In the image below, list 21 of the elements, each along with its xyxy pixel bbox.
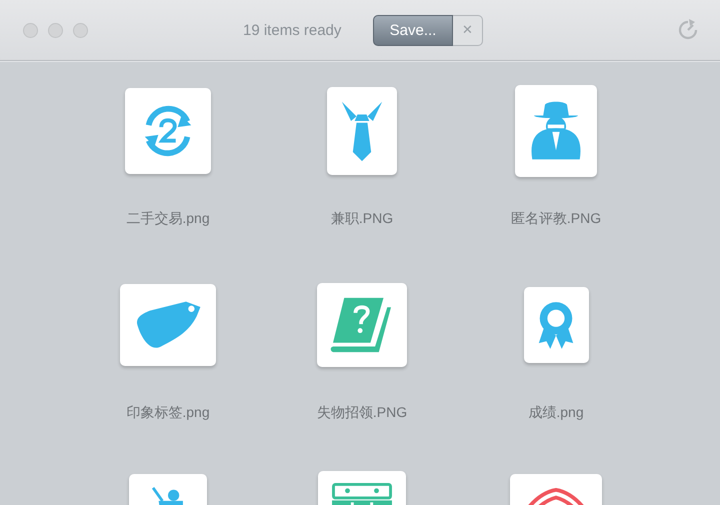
image-thumbnail[interactable] xyxy=(125,88,211,174)
file-name: 匿名评教.PNG xyxy=(510,209,602,228)
necktie-icon xyxy=(339,99,385,163)
image-thumbnail[interactable] xyxy=(327,87,397,175)
refresh-icon[interactable] xyxy=(676,18,700,42)
file-name: 兼职.PNG xyxy=(330,209,394,228)
status-text: 19 items ready xyxy=(243,22,342,38)
file-name: 二手交易.png xyxy=(126,209,210,228)
file-name: 成绩.png xyxy=(528,403,584,422)
file-name: 失物招领.PNG xyxy=(316,403,408,422)
image-thumbnail[interactable] xyxy=(524,287,588,363)
table-icon xyxy=(332,483,392,505)
save-button[interactable]: Save... xyxy=(373,14,453,46)
file-name: 印象标签.png xyxy=(126,403,210,422)
image-thumbnail[interactable] xyxy=(317,283,407,367)
zoom-window-icon[interactable] xyxy=(73,22,88,38)
minimize-window-icon[interactable] xyxy=(48,22,63,38)
close-button[interactable]: ✕ xyxy=(453,14,483,46)
close-window-icon[interactable] xyxy=(23,22,38,38)
image-thumbnail[interactable] xyxy=(515,85,597,177)
image-thumbnail[interactable] xyxy=(120,284,216,366)
